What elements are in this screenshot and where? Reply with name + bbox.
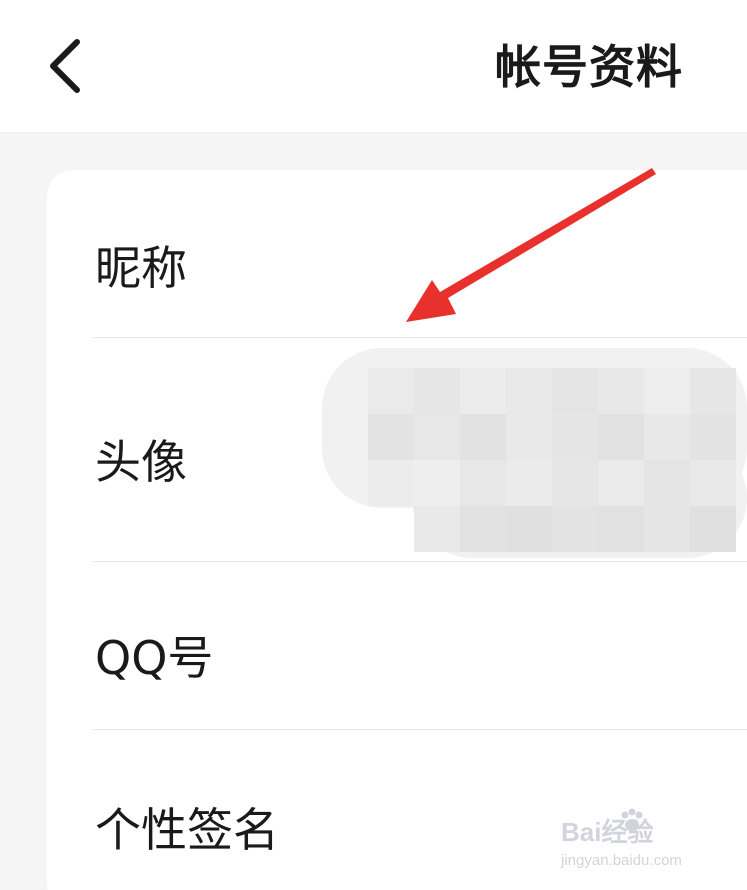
- signature-label: 个性签名: [95, 803, 279, 857]
- red-arrow-icon: [406, 168, 656, 322]
- account-profile-page: 帐号资料 昵称 头像 QQ号 个性签名 Bai经验 jingyan.baidu.…: [0, 0, 747, 890]
- watermark-brand: Bai经验: [561, 817, 654, 847]
- watermark-url: jingyan.baidu.com: [561, 852, 682, 869]
- back-button[interactable]: [30, 26, 100, 106]
- baidu-jingyan-watermark: Bai经验 jingyan.baidu.com: [561, 808, 711, 878]
- qq-number-label: QQ号: [95, 631, 214, 685]
- top-navigation-bar: 帐号资料: [0, 0, 747, 133]
- avatar-label: 头像: [95, 435, 187, 489]
- chevron-left-icon: [50, 39, 80, 93]
- nickname-label: 昵称: [95, 241, 187, 295]
- redacted-avatar-area: [322, 338, 747, 578]
- page-title: 帐号资料: [495, 40, 683, 94]
- qq-number-row[interactable]: QQ号: [47, 562, 747, 729]
